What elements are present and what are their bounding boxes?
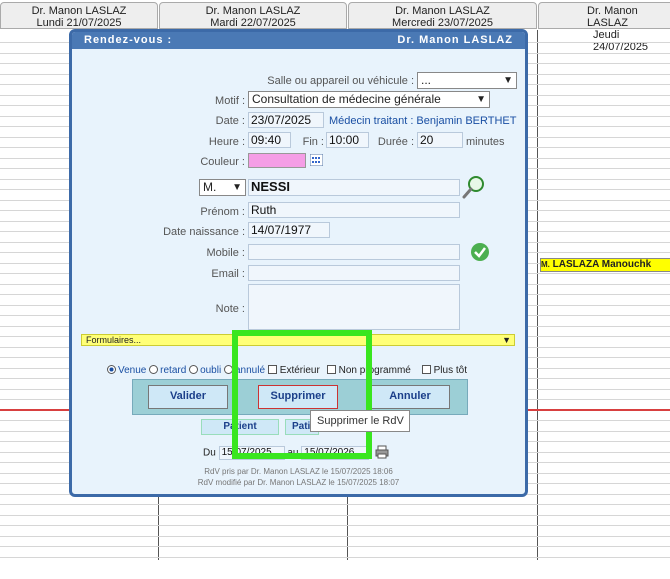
tooltip: Supprimer le RdV bbox=[310, 410, 410, 432]
radio-venue[interactable] bbox=[107, 365, 116, 374]
event-prefix: M. bbox=[541, 260, 550, 269]
check-icon[interactable] bbox=[470, 242, 490, 262]
naissance-field[interactable]: 14/07/1977 bbox=[248, 222, 330, 238]
du-label: Du bbox=[203, 447, 216, 459]
date-label: Date : bbox=[215, 115, 245, 127]
duree-label: Durée : bbox=[377, 136, 414, 148]
highlight-box bbox=[232, 330, 372, 459]
prenom-field[interactable]: Ruth bbox=[248, 202, 460, 218]
annuler-button[interactable]: Annuler bbox=[370, 385, 450, 409]
nom-field[interactable]: NESSI bbox=[248, 179, 460, 196]
room-label: Salle ou appareil ou véhicule : bbox=[267, 75, 414, 87]
color-palette-icon[interactable] bbox=[309, 153, 324, 167]
valider-button[interactable]: Valider bbox=[148, 385, 228, 409]
column-divider bbox=[537, 30, 538, 560]
day-date: Mercredi 23/07/2025 bbox=[392, 17, 493, 29]
print-icon[interactable] bbox=[375, 445, 389, 459]
appointment-block[interactable]: M. LASLAZA Manouchk bbox=[540, 258, 670, 272]
email-label: Email : bbox=[211, 268, 245, 280]
grid-line bbox=[0, 546, 670, 547]
heure-label: Heure : bbox=[208, 136, 245, 148]
day-date: Jeudi 24/07/2025 bbox=[593, 29, 649, 53]
grid-line bbox=[0, 515, 670, 516]
email-field[interactable] bbox=[248, 265, 460, 281]
naissance-label: Date naissance : bbox=[163, 226, 245, 238]
day-doctor: Dr. Manon LASLAZ bbox=[31, 5, 127, 17]
formulaires-label: Formulaires... bbox=[86, 335, 142, 345]
dialog-header: Rendez-vous : Dr. Manon LASLAZ bbox=[72, 32, 525, 49]
rdv-modified-info: RdV modifié par Dr. Manon LASLAZ le 15/0… bbox=[197, 478, 400, 487]
civility-select[interactable]: M. ▼ bbox=[199, 179, 246, 196]
day-header-thursday[interactable]: Dr. Manon LASLAZ Jeudi 24/07/2025 bbox=[538, 2, 670, 53]
grid-line bbox=[0, 557, 670, 558]
heure-field[interactable]: 09:40 bbox=[248, 132, 291, 148]
civility-value: M. bbox=[203, 180, 217, 194]
dialog-doctor: Dr. Manon LASLAZ bbox=[397, 34, 513, 46]
day-header-monday[interactable]: Dr. Manon LASLAZ Lundi 21/07/2025 bbox=[0, 2, 158, 29]
day-date: Mardi 22/07/2025 bbox=[210, 17, 296, 29]
day-date: Lundi 21/07/2025 bbox=[36, 17, 122, 29]
note-textarea[interactable] bbox=[248, 284, 460, 330]
duree-field[interactable]: 20 bbox=[417, 132, 463, 148]
prenom-label: Prénom : bbox=[200, 206, 245, 218]
radio-oubli[interactable] bbox=[189, 365, 199, 374]
date-field[interactable]: 23/07/2025 bbox=[248, 112, 324, 128]
oubli-label: oubli bbox=[200, 365, 222, 376]
fin-label: Fin : bbox=[302, 136, 324, 148]
day-header-wednesday[interactable]: Dr. Manon LASLAZ Mercredi 23/07/2025 bbox=[348, 2, 537, 29]
motif-select[interactable]: Consultation de médecine générale ▼ bbox=[248, 91, 490, 108]
motif-value: Consultation de médecine générale bbox=[252, 92, 441, 106]
search-patient-icon[interactable] bbox=[461, 174, 487, 200]
couleur-label: Couleur : bbox=[200, 156, 245, 168]
chevron-down-icon: ▼ bbox=[476, 94, 486, 105]
room-value: ... bbox=[421, 73, 432, 87]
mobile-label: Mobile : bbox=[206, 247, 245, 259]
chevron-down-icon: ▼ bbox=[502, 335, 511, 345]
plus-tot-label: Plus tôt bbox=[433, 365, 467, 376]
venue-label: Venue bbox=[118, 365, 147, 376]
fin-field[interactable]: 10:00 bbox=[326, 132, 369, 148]
grid-line bbox=[0, 525, 670, 526]
motif-label: Motif : bbox=[215, 95, 245, 107]
medecin-traitant-link[interactable]: Médecin traitant : Benjamin BERTHET bbox=[329, 115, 525, 127]
day-doctor: Dr. Manon LASLAZ bbox=[205, 5, 301, 17]
dialog-title: Rendez-vous : bbox=[84, 34, 173, 46]
retard-label: retard bbox=[160, 365, 187, 376]
grid-line bbox=[0, 504, 670, 505]
radio-retard[interactable] bbox=[149, 365, 159, 374]
day-header-tuesday[interactable]: Dr. Manon LASLAZ Mardi 22/07/2025 bbox=[159, 2, 347, 29]
room-select[interactable]: ... ▼ bbox=[417, 72, 517, 89]
day-doctor: Dr. Manon LASLAZ bbox=[587, 5, 638, 29]
day-doctor: Dr. Manon LASLAZ bbox=[395, 5, 490, 17]
mobile-field[interactable] bbox=[248, 244, 460, 260]
chevron-down-icon: ▼ bbox=[232, 182, 242, 193]
couleur-swatch[interactable] bbox=[248, 153, 306, 168]
event-name: LASLAZA Manouchk bbox=[552, 259, 652, 270]
grid-line bbox=[0, 536, 670, 537]
checkbox-plus-tot[interactable] bbox=[421, 365, 431, 374]
note-label: Note : bbox=[215, 303, 245, 315]
minutes-unit: minutes bbox=[466, 136, 505, 148]
rdv-created-info: RdV pris par Dr. Manon LASLAZ le 15/07/2… bbox=[204, 467, 393, 476]
chevron-down-icon: ▼ bbox=[503, 75, 513, 86]
